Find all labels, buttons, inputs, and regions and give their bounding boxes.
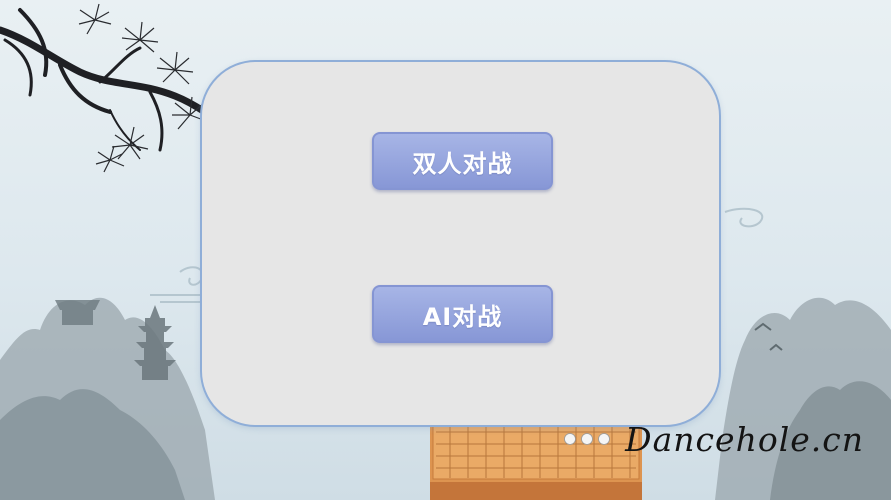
mode-select-panel: 双人对战 AI对战 [200,60,721,427]
misty-mountains-right [715,297,891,500]
white-stone [564,433,576,445]
ai-battle-button[interactable]: AI对战 [372,285,553,343]
white-stone [581,433,593,445]
two-player-battle-button[interactable]: 双人对战 [372,132,553,190]
white-stone [598,433,610,445]
go-board-decoration [430,420,642,500]
game-start-screen: 双人对战 AI对战 Dancehole.cn [0,0,891,500]
misty-mountains-left [0,297,215,500]
watermark-text: Dancehole.cn [625,420,864,459]
pine-branch-decoration [0,8,234,152]
